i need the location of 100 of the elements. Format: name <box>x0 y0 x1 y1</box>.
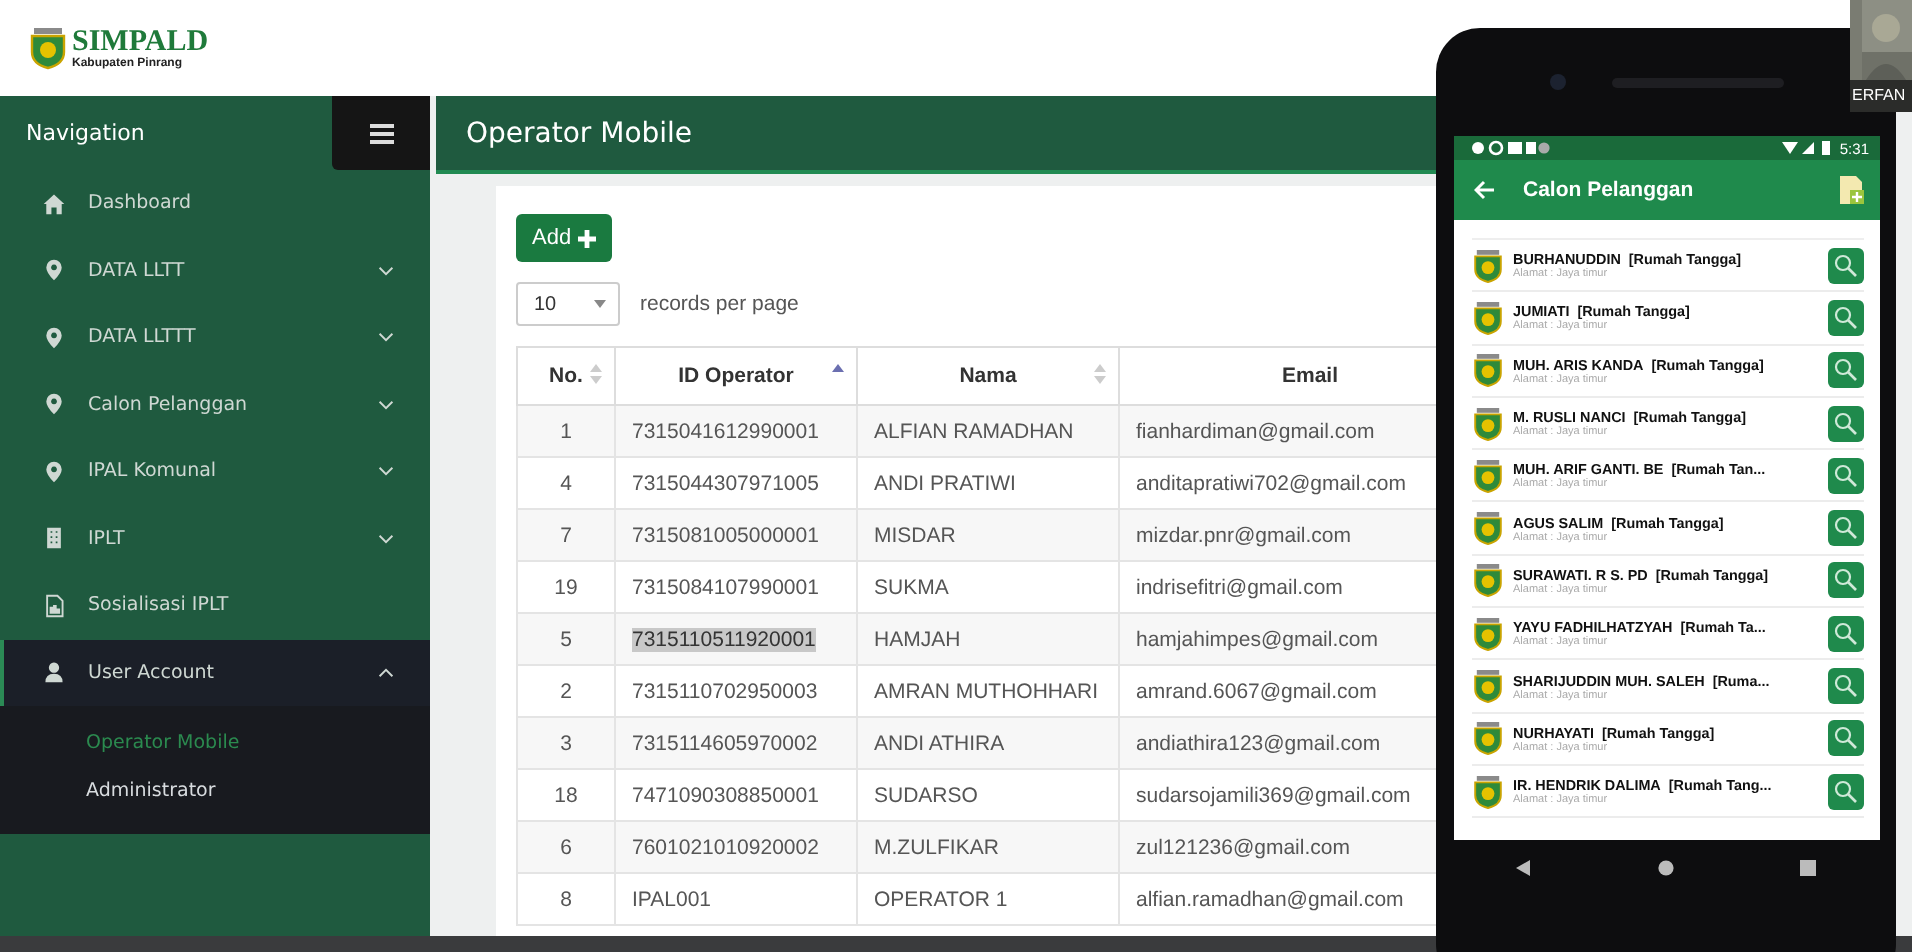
table-cell: 7471090308850001 <box>632 783 819 807</box>
table-cell: 7315041612990001 <box>632 419 819 443</box>
emblem-icon <box>1471 352 1503 389</box>
search-button[interactable] <box>1827 405 1863 442</box>
user-icon <box>42 660 66 685</box>
emblem-icon <box>1471 247 1503 284</box>
home-key-icon[interactable] <box>1658 860 1674 876</box>
table-cell: hamjahimpes@gmail.com <box>1119 613 1436 665</box>
menu-button[interactable] <box>332 96 430 170</box>
table-cell: IPAL001 <box>632 887 712 911</box>
chevron-down-icon <box>378 533 394 544</box>
emblem-icon <box>1471 562 1503 599</box>
sidebar-item[interactable]: Calon Pelanggan <box>0 371 430 438</box>
search-button[interactable] <box>1827 668 1863 705</box>
brand-name: SIMPALD <box>72 27 209 57</box>
menu-icon <box>369 123 393 143</box>
building-icon <box>42 526 66 551</box>
search-button[interactable] <box>1827 720 1863 757</box>
submenu-item[interactable]: Administrator <box>0 766 216 814</box>
page-title: Operator Mobile <box>466 117 693 149</box>
table-cell: M.ZULFIKAR <box>857 821 1119 873</box>
sidebar-title: Navigation <box>24 118 147 150</box>
table-cell: 7315114605970002 <box>632 731 818 755</box>
back-arrow-icon[interactable] <box>1473 180 1495 200</box>
search-icon <box>1833 779 1857 804</box>
caret-icon <box>594 300 606 308</box>
search-icon <box>1833 516 1857 541</box>
sidebar-item[interactable]: Sosialisasi IPLT <box>0 572 430 639</box>
map-pin-icon <box>42 459 66 484</box>
emblem-icon <box>1471 720 1503 757</box>
chevron-down-icon <box>378 466 394 477</box>
chevron-down-icon <box>378 332 394 343</box>
table-cell: mizdar.pnr@gmail.com <box>1119 509 1436 561</box>
emblem-icon <box>1471 457 1503 494</box>
add-document-icon[interactable] <box>1839 176 1863 204</box>
sidebar-item[interactable]: DATA LLTT <box>0 237 430 304</box>
table-cell: 3 <box>517 717 615 769</box>
emblem-icon <box>1471 405 1503 442</box>
search-button[interactable] <box>1827 247 1863 284</box>
page-size-label: records per page <box>640 292 799 316</box>
table-cell: 7315110702950003 <box>632 679 818 703</box>
search-icon <box>1833 674 1857 699</box>
table-cell: fianhardiman@gmail.com <box>1119 405 1436 457</box>
emblem-icon <box>1471 668 1503 705</box>
search-button[interactable] <box>1827 299 1863 336</box>
search-icon <box>1833 463 1857 488</box>
emblem-icon <box>1471 773 1503 810</box>
search-icon <box>1833 568 1857 593</box>
table-cell: 5 <box>517 613 615 665</box>
column-header[interactable]: No. <box>517 347 615 405</box>
page-size-select[interactable]: 10 <box>516 282 620 326</box>
search-icon <box>1833 253 1857 278</box>
participant-name: ERFAN <box>1850 84 1908 104</box>
emblem-icon <box>28 26 68 70</box>
chevron-down-icon <box>378 399 394 410</box>
camera-icon <box>1548 72 1568 92</box>
search-button[interactable] <box>1827 773 1863 810</box>
table-cell: 7601021010920002 <box>632 835 819 859</box>
search-button[interactable] <box>1827 352 1863 389</box>
table-cell: 7315044307971005 <box>632 471 819 495</box>
search-button[interactable] <box>1827 457 1863 494</box>
back-key-icon[interactable] <box>1516 860 1532 876</box>
search-icon <box>1833 411 1857 436</box>
search-button[interactable] <box>1827 510 1863 547</box>
signal-battery-icons <box>1781 140 1834 156</box>
table-cell: HAMJAH <box>857 613 1119 665</box>
map-pin-icon <box>42 392 66 417</box>
table-cell: ANDI ATHIRA <box>857 717 1119 769</box>
emblem-icon <box>1471 299 1503 336</box>
table-cell: 7315081005000001 <box>632 523 819 547</box>
search-button[interactable] <box>1827 615 1863 652</box>
map-pin-icon <box>42 325 66 350</box>
table-cell: zul121236@gmail.com <box>1119 821 1436 873</box>
table-cell: 7315110511920001 <box>632 627 816 651</box>
sidebar-item[interactable]: IPLT <box>0 505 430 572</box>
column-header[interactable]: Nama <box>857 347 1119 405</box>
submenu-item[interactable]: Operator Mobile <box>0 718 240 766</box>
table-cell: 1 <box>517 405 615 457</box>
table-cell: 7 <box>517 509 615 561</box>
table-cell: 8 <box>517 873 615 925</box>
table-cell: MISDAR <box>857 509 1119 561</box>
house-icon <box>42 191 66 216</box>
notification-icons <box>1469 140 1549 156</box>
search-button[interactable] <box>1827 562 1863 599</box>
sidebar-item[interactable]: User Account <box>0 639 430 706</box>
table-cell: OPERATOR 1 <box>857 873 1119 925</box>
add-button[interactable]: Add <box>516 214 612 262</box>
search-icon <box>1833 305 1857 330</box>
table-cell: andiathira123@gmail.com <box>1119 717 1436 769</box>
plus-icon <box>577 229 596 247</box>
search-icon <box>1833 358 1857 383</box>
table-cell: ALFIAN RAMADHAN <box>857 405 1119 457</box>
sidebar-item[interactable]: DATA LLTTT <box>0 304 430 371</box>
sidebar-item[interactable]: Dashboard <box>0 170 430 237</box>
column-header[interactable]: ID Operator <box>615 347 857 405</box>
table-cell: 7315084107990001 <box>632 575 819 599</box>
chevron-down-icon <box>378 265 394 276</box>
app-title: Calon Pelanggan <box>1523 178 1696 202</box>
sidebar-item[interactable]: IPAL Komunal <box>0 438 430 505</box>
search-icon <box>1833 621 1857 646</box>
